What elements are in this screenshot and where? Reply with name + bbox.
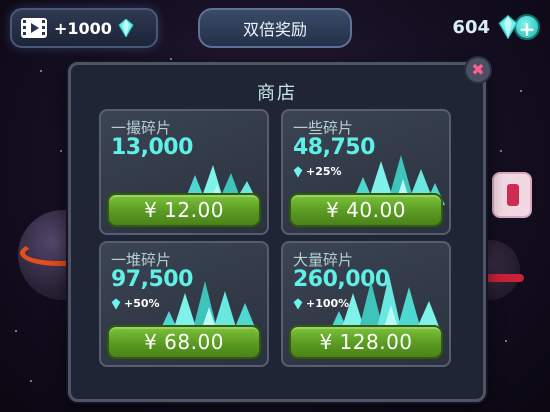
double-reward-label: 双倍奖励 bbox=[242, 20, 307, 39]
video-reward-amount: +1000 bbox=[54, 18, 112, 38]
offer-card: 一撮碎片 13,000 ¥ 12.00 bbox=[99, 109, 269, 235]
offer-bonus: +25% bbox=[293, 165, 342, 178]
gem-icon bbox=[111, 297, 121, 310]
price-label: ¥ 128.00 bbox=[319, 330, 413, 354]
gem-balance: 604 + bbox=[452, 10, 540, 44]
shop-panel: 商店 一撮碎片 13,000 ¥ 12.00 一些碎片 48,750 +25% bbox=[68, 62, 486, 402]
watch-video-reward-button[interactable]: +1000 bbox=[10, 8, 158, 48]
buy-button[interactable]: ¥ 12.00 bbox=[107, 193, 261, 227]
buy-button[interactable]: ¥ 40.00 bbox=[289, 193, 443, 227]
plus-icon: + bbox=[518, 17, 536, 41]
gem-icon bbox=[293, 165, 303, 178]
price-label: ¥ 68.00 bbox=[144, 330, 224, 354]
double-reward-button[interactable]: 双倍奖励 bbox=[198, 8, 352, 48]
offer-card: 一堆碎片 97,500 +50% ¥ 68.00 bbox=[99, 241, 269, 367]
gem-icon bbox=[118, 18, 134, 38]
gem-balance-value: 604 bbox=[452, 16, 490, 38]
price-label: ¥ 12.00 bbox=[144, 198, 224, 222]
buy-button[interactable]: ¥ 68.00 bbox=[107, 325, 261, 359]
offer-card: 一些碎片 48,750 +25% ¥ 40.00 bbox=[281, 109, 451, 235]
buy-button[interactable]: ¥ 128.00 bbox=[289, 325, 443, 359]
price-label: ¥ 40.00 bbox=[326, 198, 406, 222]
video-icon bbox=[20, 15, 48, 41]
close-icon: ✖ bbox=[471, 60, 485, 79]
shop-title: 商店 bbox=[257, 83, 297, 104]
gem-icon bbox=[293, 297, 303, 310]
close-button[interactable]: ✖ bbox=[464, 56, 492, 84]
gem-icon bbox=[498, 14, 518, 40]
offer-card: 大量碎片 260,000 +100% ¥ 128.00 bbox=[281, 241, 451, 367]
robot-character bbox=[492, 172, 532, 218]
offer-bonus-label: +25% bbox=[306, 165, 342, 178]
